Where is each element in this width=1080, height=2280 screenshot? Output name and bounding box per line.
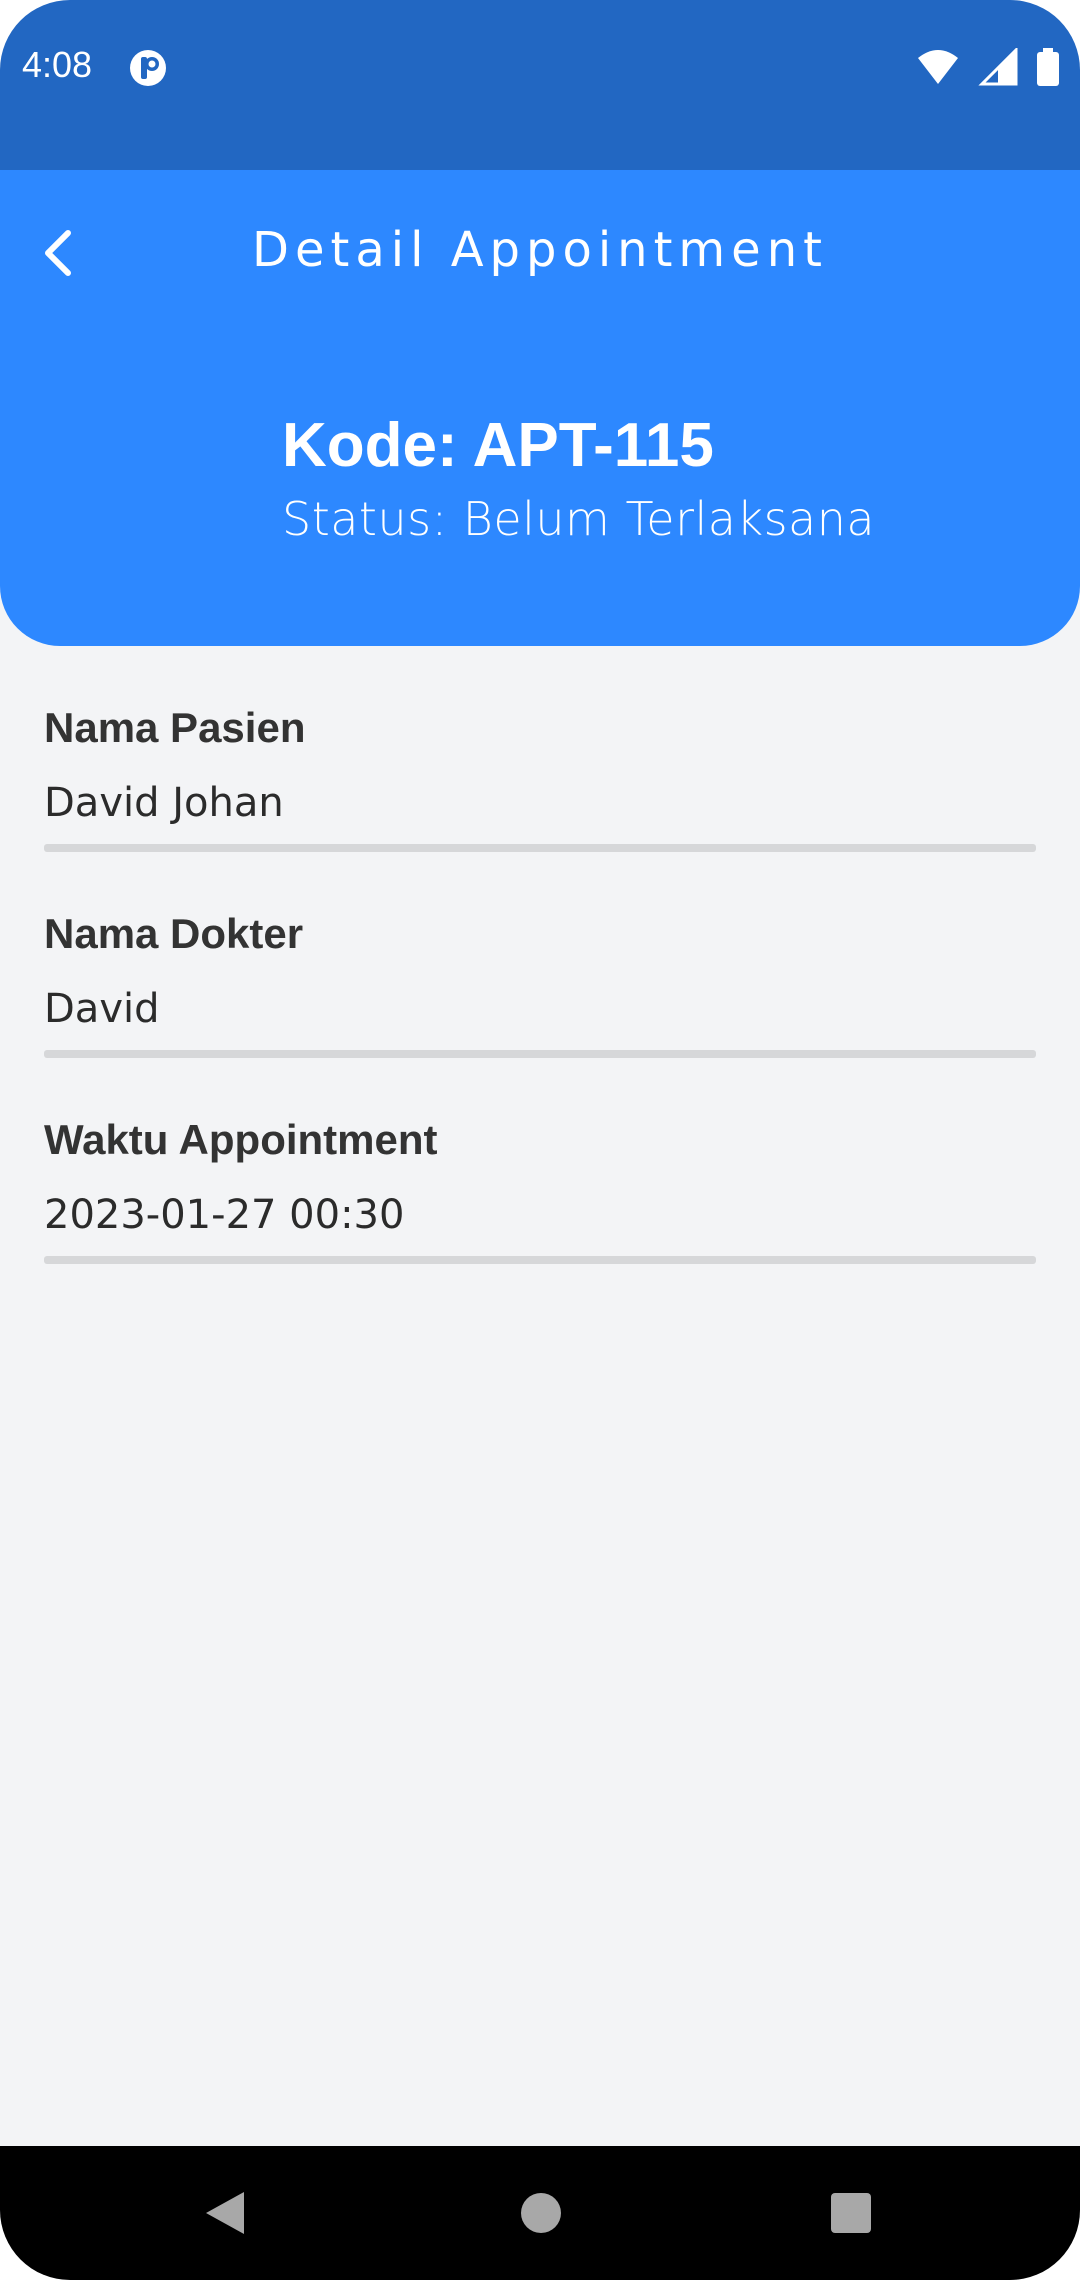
field-value: David <box>44 986 160 1032</box>
field-label: Waktu Appointment <box>44 1116 438 1163</box>
appointment-code: Kode: APT-115 <box>282 411 714 480</box>
app-screen: 4:08 Detail Appointment Kode: APT-115 St… <box>0 0 1080 2280</box>
navigation-bar <box>0 2146 1080 2280</box>
circle-home-icon[interactable] <box>516 2188 566 2238</box>
field-nama-dokter: Nama Dokter David <box>44 852 1036 1058</box>
field-waktu-appointment: Waktu Appointment 2023-01-27 00:30 <box>44 1058 1036 1264</box>
wifi-icon <box>918 50 958 84</box>
signal-icon <box>978 48 1018 86</box>
page-title: Detail Appointment <box>252 222 828 278</box>
triangle-back-icon[interactable] <box>200 2188 250 2238</box>
field-value: David Johan <box>44 780 284 826</box>
field-nama-pasien: Nama Pasien David Johan <box>44 646 1036 852</box>
field-label: Nama Dokter <box>44 910 304 957</box>
divider <box>44 844 1036 852</box>
field-label: Nama Pasien <box>44 704 306 751</box>
status-bar: 4:08 <box>0 0 1080 170</box>
battery-icon <box>1037 48 1059 86</box>
circle-p-icon <box>130 50 166 86</box>
divider <box>44 1050 1036 1058</box>
appointment-details: Nama Pasien David Johan Nama Dokter Davi… <box>44 646 1036 1264</box>
divider <box>44 1256 1036 1264</box>
status-time: 4:08 <box>22 44 93 85</box>
appointment-header: Detail Appointment Kode: APT-115 Status:… <box>0 170 1080 646</box>
square-recents-icon[interactable] <box>826 2188 876 2238</box>
field-value: 2023-01-27 00:30 <box>44 1192 405 1238</box>
appointment-status: Status: Belum Terlaksana <box>282 492 876 546</box>
